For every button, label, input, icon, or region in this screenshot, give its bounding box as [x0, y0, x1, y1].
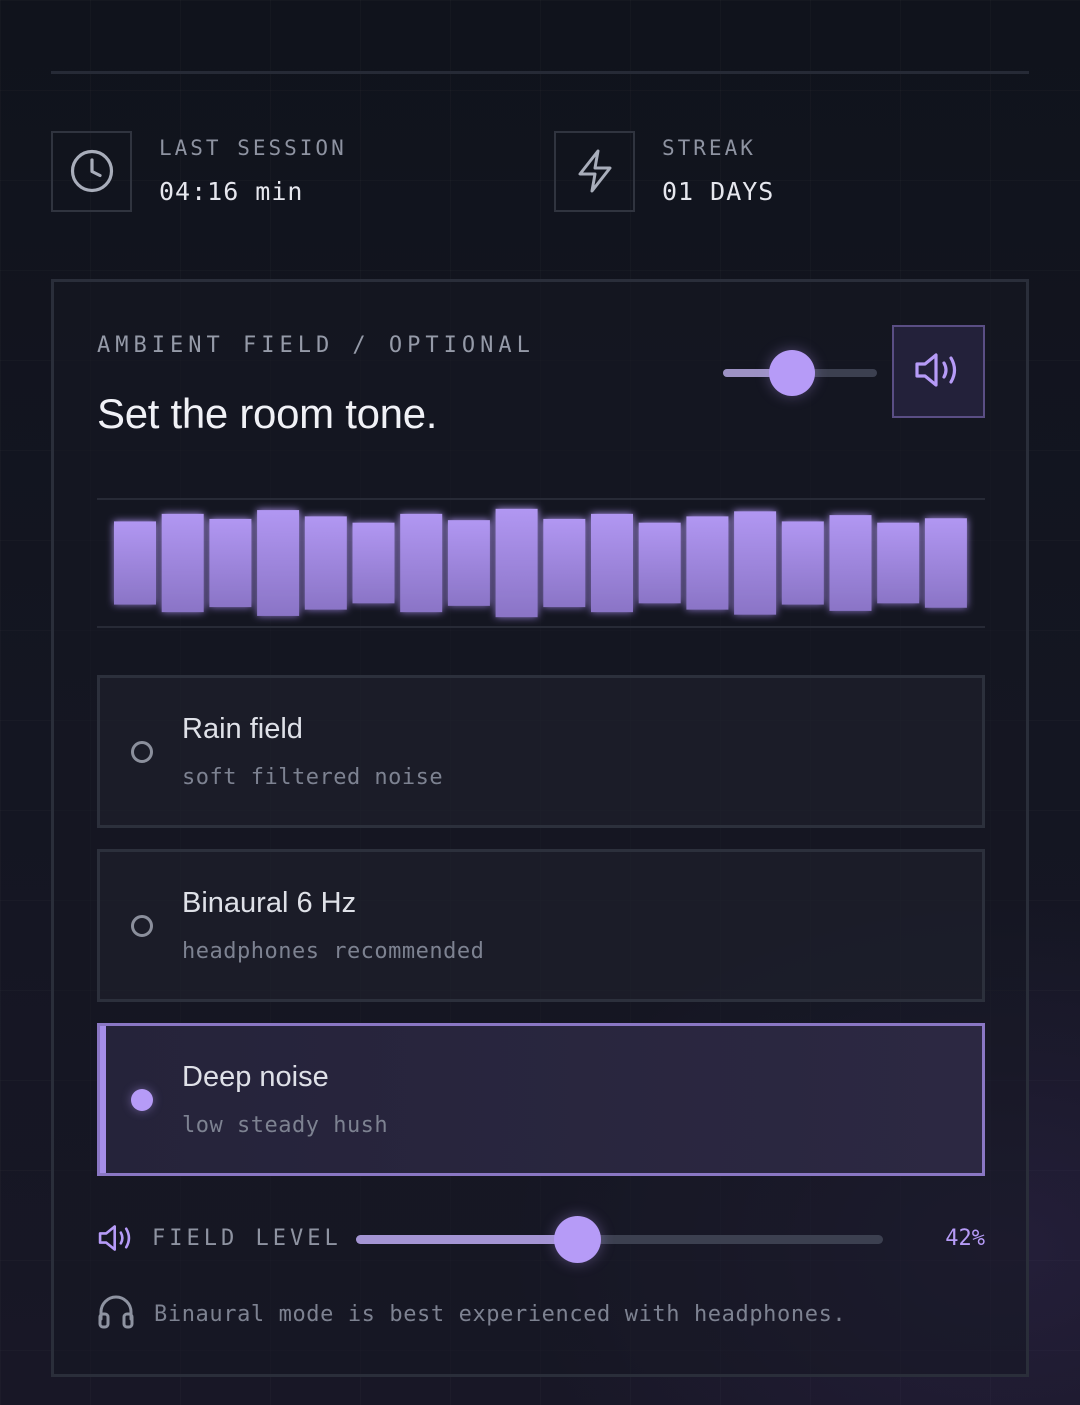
visualizer-bar [543, 518, 586, 608]
option-radio[interactable] [131, 915, 153, 937]
streak-label: STREAK [662, 136, 756, 160]
headphones-hint: Binaural mode is best experienced with h… [97, 1293, 847, 1335]
visualizer-bar [447, 520, 490, 606]
option-radio[interactable] [131, 1089, 153, 1111]
streak-value: 01 DAYS [662, 177, 775, 206]
visualizer-bar [304, 516, 347, 610]
visualizer-bar [781, 521, 824, 605]
hint-text: Binaural mode is best experienced with h… [154, 1301, 847, 1327]
option-subtitle: headphones recommended [182, 939, 485, 964]
field-level-fill [356, 1235, 578, 1244]
visualizer-bar [209, 518, 252, 608]
panel-eyebrow: AMBIENT FIELD / OPTIONAL [97, 333, 535, 358]
visualizer-bar [734, 511, 777, 615]
option-radio[interactable] [131, 741, 153, 763]
visualizer-bar [686, 516, 729, 610]
lightning-icon [554, 130, 635, 212]
field-level-knob[interactable] [553, 1216, 601, 1263]
visualizer-bar [352, 522, 395, 604]
top-divider [51, 71, 1029, 74]
speaker-icon [97, 1220, 137, 1260]
headphones-icon [97, 1293, 135, 1335]
option-title: Binaural 6 Hz [182, 887, 357, 919]
mute-toggle-button[interactable] [892, 325, 985, 418]
ambient-volume-knob[interactable] [769, 350, 816, 396]
option-deep-noise[interactable]: Deep noise low steady hush [97, 1023, 985, 1176]
option-title: Deep noise [182, 1061, 329, 1093]
ambient-field-panel: AMBIENT FIELD / OPTIONAL Set the room to… [51, 279, 1029, 1377]
field-level-value: 42% [945, 1226, 985, 1251]
visualizer-bar [829, 515, 872, 611]
visualizer-bar [257, 510, 300, 616]
last-session-value: 04:16 min [159, 177, 304, 206]
visualizer-bar [638, 522, 681, 604]
audio-visualizer [97, 498, 985, 628]
option-rain-field[interactable]: Rain field soft filtered noise [97, 675, 985, 828]
field-level-slider[interactable] [356, 1216, 883, 1263]
last-session-label: LAST SESSION [159, 136, 347, 160]
field-level-label: FIELD LEVEL [152, 1226, 342, 1251]
clock-icon [51, 130, 132, 212]
visualizer-bar [591, 513, 633, 613]
last-session-stat: LAST SESSION 04:16 min [51, 130, 347, 212]
panel-title: Set the room tone. [97, 390, 438, 437]
visualizer-bar [161, 513, 204, 613]
speaker-icon [913, 350, 965, 394]
visualizer-bar [877, 522, 920, 604]
option-subtitle: soft filtered noise [182, 765, 444, 790]
visualizer-bar [114, 521, 156, 605]
option-binaural[interactable]: Binaural 6 Hz headphones recommended [97, 849, 985, 1002]
visualizer-bar [400, 513, 443, 613]
visualizer-bar [495, 508, 538, 618]
option-title: Rain field [182, 713, 303, 745]
option-subtitle: low steady hush [182, 1113, 389, 1138]
visualizer-bar [924, 518, 967, 608]
ambient-volume-slider[interactable] [723, 350, 877, 396]
field-level-row: FIELD LEVEL 42% [97, 1216, 985, 1263]
streak-stat: STREAK 01 DAYS [554, 130, 774, 212]
